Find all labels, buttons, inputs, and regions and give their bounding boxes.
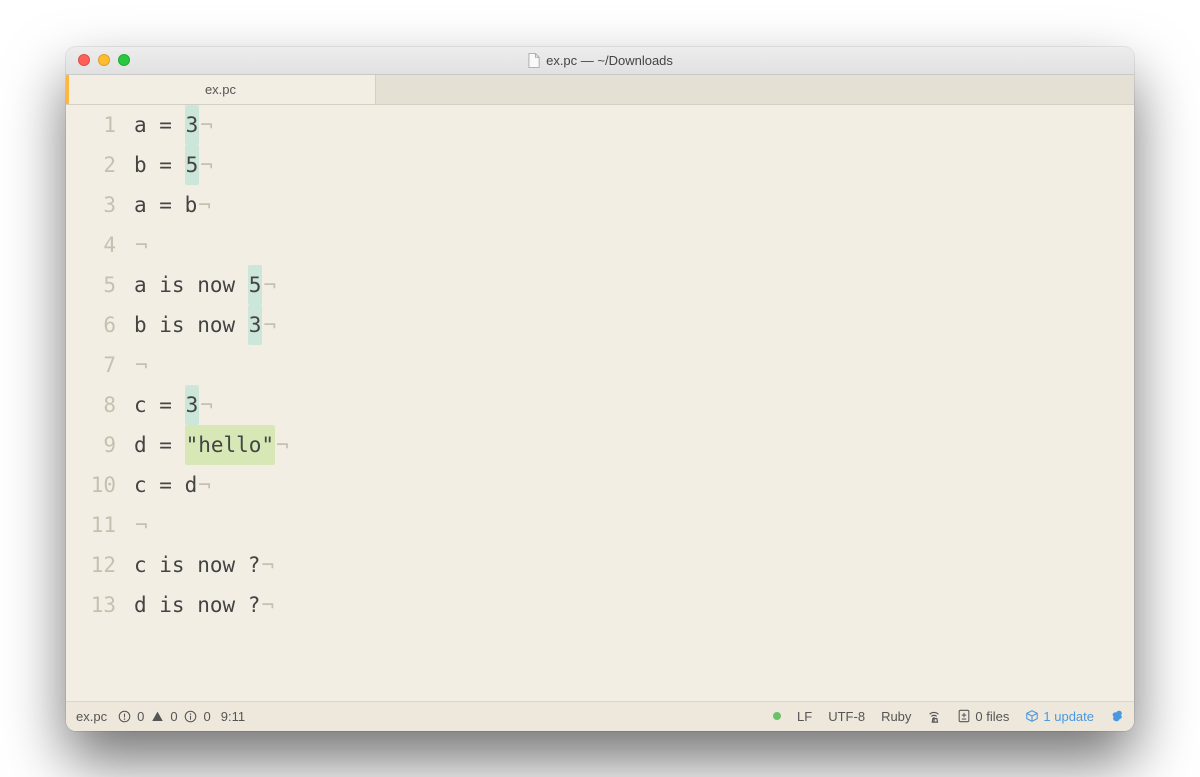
line-number: 4	[66, 225, 134, 265]
code-line[interactable]: 3a = b¬	[66, 185, 1134, 225]
maximize-button[interactable]	[118, 54, 130, 66]
eol-marker: ¬	[262, 265, 276, 305]
eol-marker: ¬	[134, 345, 148, 385]
line-number: 11	[66, 505, 134, 545]
git-files-text: 0 files	[975, 709, 1009, 724]
code-content: ¬	[134, 505, 148, 545]
code-line[interactable]: 4¬	[66, 225, 1134, 265]
eol-marker: ¬	[260, 545, 274, 585]
code-line[interactable]: 7¬	[66, 345, 1134, 385]
code-content: a = 3¬	[134, 105, 213, 145]
file-icon	[527, 53, 540, 68]
code-line[interactable]: 9d = "hello"¬	[66, 425, 1134, 465]
status-cursor-position[interactable]: 9:11	[221, 709, 245, 724]
eol-marker: ¬	[262, 305, 276, 345]
eol-marker: ¬	[134, 225, 148, 265]
code-content: a is now 5¬	[134, 265, 276, 305]
code-content: d is now ?¬	[134, 585, 274, 625]
code-line[interactable]: 10c = d¬	[66, 465, 1134, 505]
line-number: 12	[66, 545, 134, 585]
error-icon	[117, 709, 131, 723]
code-line[interactable]: 12c is now ?¬	[66, 545, 1134, 585]
line-number: 10	[66, 465, 134, 505]
eol-marker: ¬	[199, 145, 213, 185]
string-literal: "hello"	[185, 425, 276, 465]
eol-marker: ¬	[197, 185, 211, 225]
git-diff-icon	[957, 709, 971, 723]
line-number: 8	[66, 385, 134, 425]
code-line[interactable]: 8c = 3¬	[66, 385, 1134, 425]
tab-label: ex.pc	[205, 82, 236, 97]
code-line[interactable]: 1a = 3¬	[66, 105, 1134, 145]
code-line[interactable]: 13d is now ?¬	[66, 585, 1134, 625]
code-content: ¬	[134, 225, 148, 265]
code-line[interactable]: 2b = 5¬	[66, 145, 1134, 185]
status-left: ex.pc 0 0 0 9:11	[76, 709, 245, 724]
status-bar: ex.pc 0 0 0 9:11 LF UTF-8 Ruby	[66, 701, 1134, 731]
eol-marker: ¬	[199, 105, 213, 145]
code-line[interactable]: 11¬	[66, 505, 1134, 545]
line-number: 2	[66, 145, 134, 185]
line-number: 9	[66, 425, 134, 465]
code-content: a = b¬	[134, 185, 211, 225]
code-content: ¬	[134, 345, 148, 385]
code-content: c = 3¬	[134, 385, 213, 425]
status-filename[interactable]: ex.pc	[76, 709, 107, 724]
warning-icon	[150, 709, 164, 723]
line-number: 13	[66, 585, 134, 625]
title-bar: ex.pc — ~/Downloads	[66, 47, 1134, 75]
status-updates[interactable]: 1 update	[1025, 709, 1094, 724]
status-git-files[interactable]: 0 files	[957, 709, 1009, 724]
number-literal: 5	[185, 145, 200, 185]
number-literal: 3	[185, 105, 200, 145]
status-right: LF UTF-8 Ruby 0 files	[773, 709, 1124, 724]
line-number: 6	[66, 305, 134, 345]
warning-count: 0	[170, 709, 177, 724]
window-title: ex.pc — ~/Downloads	[527, 53, 673, 68]
eol-marker: ¬	[260, 585, 274, 625]
info-count: 0	[204, 709, 211, 724]
editor-window: ex.pc — ~/Downloads ex.pc 1a = 3¬2b = 5¬…	[66, 47, 1134, 731]
eol-marker: ¬	[134, 505, 148, 545]
status-syntax[interactable]: Ruby	[881, 709, 911, 724]
error-count: 0	[137, 709, 144, 724]
code-content: c = d¬	[134, 465, 211, 505]
code-content: b = 5¬	[134, 145, 213, 185]
tab-bar: ex.pc	[66, 75, 1134, 105]
info-icon	[184, 709, 198, 723]
line-number: 3	[66, 185, 134, 225]
line-number: 7	[66, 345, 134, 385]
number-literal: 5	[248, 265, 263, 305]
line-number: 5	[66, 265, 134, 305]
eol-marker: ¬	[197, 465, 211, 505]
tab-active[interactable]: ex.pc	[66, 75, 376, 104]
code-content: b is now 3¬	[134, 305, 276, 345]
updates-text: 1 update	[1043, 709, 1094, 724]
squirrel-icon[interactable]	[1110, 709, 1124, 723]
window-title-text: ex.pc — ~/Downloads	[546, 53, 673, 68]
code-content: c is now ?¬	[134, 545, 274, 585]
code-line[interactable]: 5a is now 5¬	[66, 265, 1134, 305]
diagnostics-group[interactable]: 0 0 0	[117, 709, 211, 724]
traffic-lights	[66, 54, 130, 66]
close-button[interactable]	[78, 54, 90, 66]
number-literal: 3	[248, 305, 263, 345]
code-line[interactable]: 6b is now 3¬	[66, 305, 1134, 345]
package-icon	[1025, 709, 1039, 723]
status-encoding[interactable]: UTF-8	[828, 709, 865, 724]
code-content: d = "hello"¬	[134, 425, 289, 465]
code-editor[interactable]: 1a = 3¬2b = 5¬3a = b¬4¬5a is now 5¬6b is…	[66, 105, 1134, 701]
number-literal: 3	[185, 385, 200, 425]
line-number: 1	[66, 105, 134, 145]
minimize-button[interactable]	[98, 54, 110, 66]
status-line-ending[interactable]: LF	[797, 709, 812, 724]
telemetry-icon[interactable]	[927, 709, 941, 723]
eol-marker: ¬	[275, 425, 289, 465]
eol-marker: ¬	[199, 385, 213, 425]
clean-indicator-icon	[773, 712, 781, 720]
